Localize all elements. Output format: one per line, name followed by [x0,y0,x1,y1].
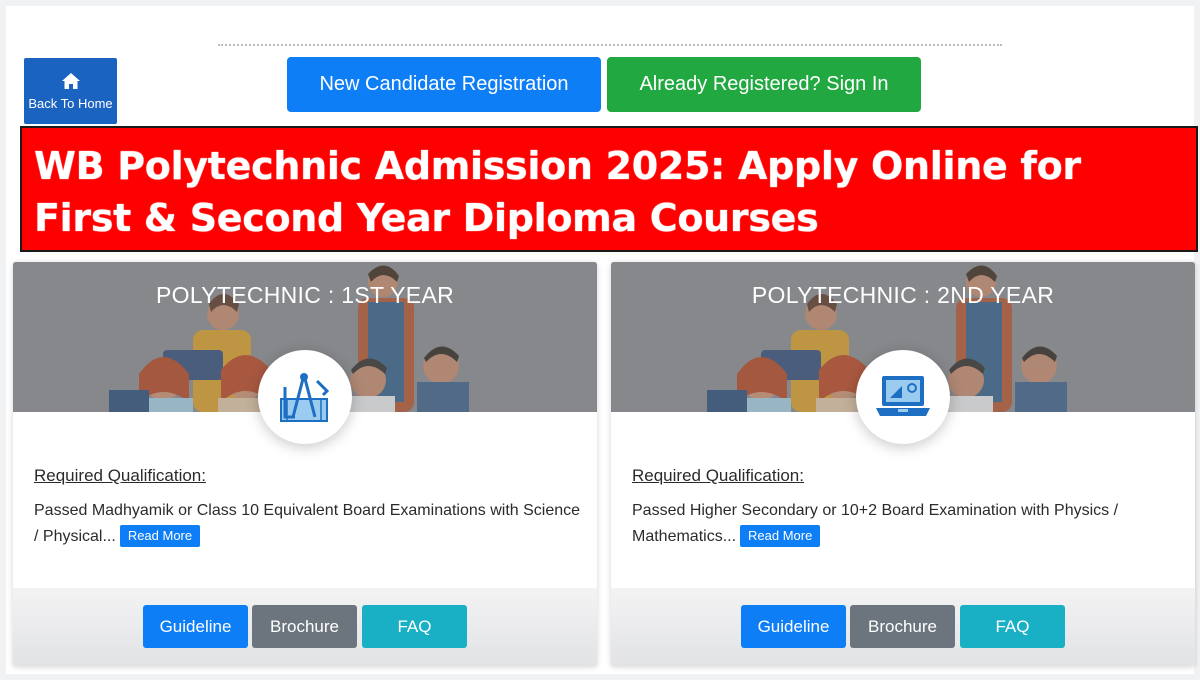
brochure-button[interactable]: Brochure [850,605,955,648]
qualification-text-block: Passed Higher Secondary or 10+2 Board Ex… [632,498,1182,550]
read-more-button[interactable]: Read More [119,525,201,547]
qualification-heading: Required Qualification: [34,466,206,485]
qualification-text: Passed Madhyamik or Class 10 Equivalent … [34,502,581,545]
headline-title: WB Polytechnic Admission 2025: Apply Onl… [34,144,1081,240]
home-icon [61,72,80,89]
card-title: POLYTECHNIC : 1ST YEAR [155,282,455,308]
qualification-text: Passed Higher Secondary or 10+2 Board Ex… [632,502,1119,545]
engineering-tools-icon [280,373,330,422]
read-more-button[interactable]: Read More [740,525,821,547]
card-footer: Guideline Brochure FAQ [13,588,597,666]
icon-badge [258,350,352,444]
course-card-second-year: POLYTECHNIC : 2ND YEAR Required Qualific… [611,262,1195,666]
new-candidate-registration-button[interactable]: New Candidate Registration [287,57,601,112]
guideline-button[interactable]: Guideline [143,605,248,648]
icon-badge [856,350,950,444]
dotted-divider [218,44,1002,46]
card-footer: Guideline Brochure FAQ [611,588,1195,666]
brochure-button[interactable]: Brochure [252,605,357,648]
sign-in-button[interactable]: Already Registered? Sign In [607,57,921,112]
back-to-home-label: Back To Home [28,95,113,111]
faq-button[interactable]: FAQ [960,605,1065,648]
course-card-first-year: POLYTECHNIC : 1ST YEAR Required Qualific… [13,262,597,666]
back-to-home-button[interactable]: Back To Home [24,58,117,124]
card-title: POLYTECHNIC : 2ND YEAR [751,282,1055,308]
guideline-button[interactable]: Guideline [741,605,846,648]
laptop-diagram-icon [876,376,930,416]
qualification-heading: Required Qualification: [632,466,804,485]
qualification-text-block: Passed Madhyamik or Class 10 Equivalent … [34,498,584,550]
headline-banner: WB Polytechnic Admission 2025: Apply Onl… [20,126,1198,252]
faq-button[interactable]: FAQ [362,605,467,648]
